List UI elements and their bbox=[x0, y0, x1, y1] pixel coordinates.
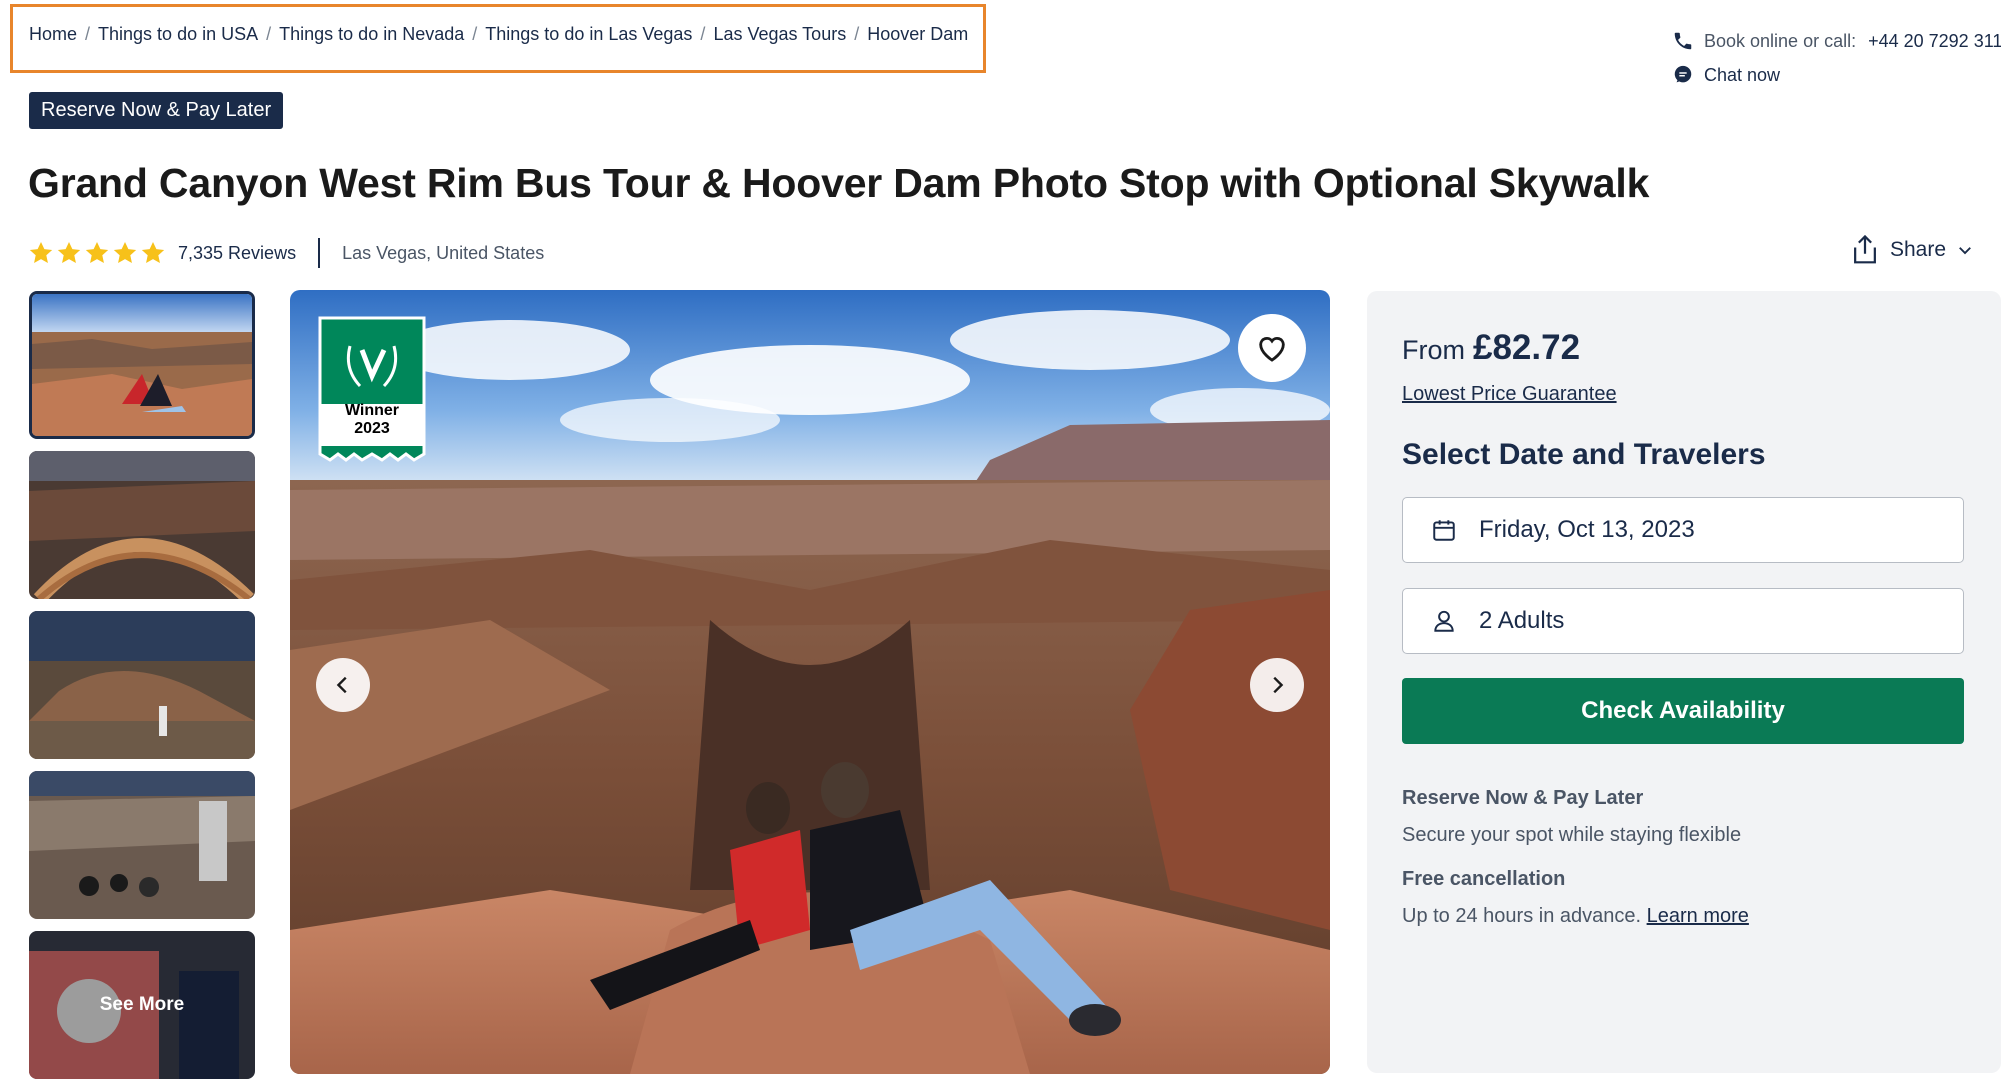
breadcrumb-separator: / bbox=[266, 24, 272, 44]
free-cancellation-text: Up to 24 hours in advance. bbox=[1402, 905, 1642, 927]
breadcrumb-separator: / bbox=[700, 24, 706, 44]
breadcrumb-item-hoover-dam[interactable]: Hoover Dam bbox=[867, 24, 968, 45]
contact-block: Book online or call: +44 20 7292 3119 Ch… bbox=[1672, 24, 2001, 92]
star-icon bbox=[29, 241, 53, 263]
star-icon bbox=[57, 241, 81, 263]
reserve-now-title: Reserve Now & Pay Later bbox=[1402, 787, 1644, 809]
gallery-prev-button[interactable] bbox=[316, 658, 370, 712]
breadcrumb-separator: / bbox=[472, 24, 478, 44]
calendar-icon bbox=[1433, 520, 1455, 541]
award-label: Winner 2023 bbox=[314, 402, 430, 438]
share-icon bbox=[1854, 234, 1876, 264]
star-icon bbox=[85, 241, 109, 263]
award-line-2: 2023 bbox=[354, 420, 390, 437]
chevron-down-icon bbox=[1959, 247, 1971, 255]
breadcrumb-item-nevada[interactable]: Things to do in Nevada bbox=[279, 24, 464, 45]
gallery-thumbnail-1[interactable] bbox=[29, 291, 255, 439]
phone-number[interactable]: +44 20 7292 3119 bbox=[1868, 31, 2001, 52]
canyon-photo bbox=[290, 290, 1330, 1074]
book-online-label: Book online or call: bbox=[1704, 30, 1857, 51]
chat-now-label: Chat now bbox=[1704, 64, 1781, 85]
heart-icon bbox=[1259, 337, 1285, 362]
chat-icon bbox=[1674, 65, 1692, 83]
gallery-thumbnail-4[interactable] bbox=[29, 771, 255, 919]
travelers-value: 2 Adults bbox=[1479, 607, 1565, 634]
gallery-thumbnail-2[interactable] bbox=[29, 451, 255, 599]
gallery-see-more[interactable]: See More bbox=[29, 931, 255, 1079]
breadcrumb-separator: / bbox=[85, 24, 91, 44]
breadcrumb: Home / Things to do in USA / Things to d… bbox=[29, 24, 968, 45]
breadcrumb-item-home[interactable]: Home bbox=[29, 24, 77, 45]
breadcrumb-item-las-vegas-tours[interactable]: Las Vegas Tours bbox=[713, 24, 846, 45]
free-cancellation-title: Free cancellation bbox=[1402, 868, 1566, 890]
breadcrumb-item-las-vegas[interactable]: Things to do in Las Vegas bbox=[485, 24, 692, 45]
share-label: Share bbox=[1890, 238, 1947, 261]
breadcrumb-item-usa[interactable]: Things to do in USA bbox=[98, 24, 258, 45]
reserve-now-badge: Reserve Now & Pay Later bbox=[29, 92, 284, 129]
free-cancellation-text-row: Up to 24 hours in advance. Learn more bbox=[1402, 905, 1749, 928]
breadcrumb-separator: / bbox=[854, 24, 860, 44]
reserve-now-text: Secure your spot while staying flexible bbox=[1402, 824, 1742, 846]
chevron-right-icon bbox=[1273, 676, 1284, 694]
date-value: Friday, Oct 13, 2023 bbox=[1479, 516, 1695, 543]
divider bbox=[318, 238, 321, 268]
from-label: From bbox=[1402, 335, 1465, 365]
save-to-wishlist-button[interactable] bbox=[1238, 314, 1306, 382]
travelers-choice-award bbox=[314, 314, 430, 464]
learn-more-link[interactable]: Learn more bbox=[1647, 905, 1749, 927]
contact-phone-row[interactable]: Book online or call: +44 20 7292 3119 bbox=[1672, 24, 2001, 58]
chat-now-link[interactable]: Chat now bbox=[1672, 58, 2001, 92]
gallery-next-button[interactable] bbox=[1250, 658, 1304, 712]
price-row: From £82.72 bbox=[1402, 328, 1580, 368]
date-picker-field[interactable]: Friday, Oct 13, 2023 bbox=[1402, 497, 1964, 563]
location-text: Las Vegas, United States bbox=[342, 242, 545, 263]
see-more-label: See More bbox=[99, 994, 185, 1015]
rating-row: 7,335 Reviews Las Vegas, United States bbox=[28, 238, 544, 268]
main-gallery-image[interactable]: Winner 2023 bbox=[290, 290, 1330, 1074]
star-rating[interactable] bbox=[28, 240, 166, 266]
select-date-heading: Select Date and Travelers bbox=[1402, 438, 1766, 471]
share-button[interactable]: Share bbox=[1850, 234, 1974, 266]
award-line-1: Winner bbox=[344, 402, 400, 419]
star-icon bbox=[113, 241, 137, 263]
star-icon bbox=[141, 241, 165, 263]
chevron-left-icon bbox=[336, 676, 347, 694]
page-title: Grand Canyon West Rim Bus Tour & Hoover … bbox=[28, 160, 1650, 206]
travelers-field[interactable]: 2 Adults bbox=[1402, 588, 1964, 654]
reviews-link[interactable]: 7,335 Reviews bbox=[178, 243, 296, 264]
price: £82.72 bbox=[1473, 328, 1581, 367]
lowest-price-guarantee-link[interactable]: Lowest Price Guarantee bbox=[1402, 383, 1617, 406]
check-availability-button[interactable]: Check Availability bbox=[1402, 678, 1964, 744]
gallery-thumbnail-3[interactable] bbox=[29, 611, 255, 759]
person-icon bbox=[1434, 610, 1454, 632]
phone-icon bbox=[1674, 32, 1692, 50]
